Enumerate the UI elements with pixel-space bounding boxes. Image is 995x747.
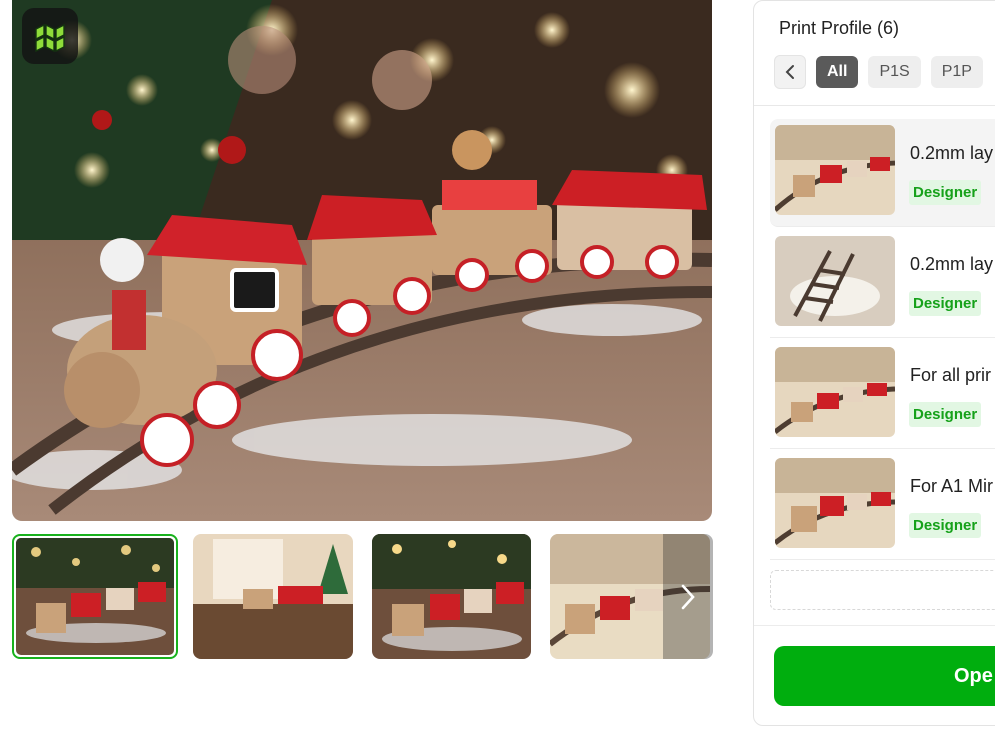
divider (754, 105, 995, 106)
designer-badge: Designer (909, 513, 982, 538)
filter-chip-p1s[interactable]: P1S (868, 56, 921, 88)
add-profile-slot[interactable] (770, 570, 995, 610)
profile-item[interactable]: 0.2mm lay Designer (770, 230, 995, 338)
profile-list: 0.2mm lay Designer 0.2mm lay Designer Fo… (770, 119, 995, 563)
profile-thumbnail (775, 458, 895, 548)
makerworld-logo-icon (22, 8, 78, 64)
designer-badge: Designer (909, 291, 982, 316)
designer-badge: Designer (909, 180, 982, 205)
profile-name: For all prir (910, 365, 992, 385)
thumbnail-2[interactable] (193, 534, 353, 659)
thumbnail-1[interactable] (12, 534, 178, 659)
profile-item[interactable]: 0.2mm lay Designer (770, 119, 995, 227)
divider (754, 625, 995, 626)
panel-title: Print Profile (6) (779, 18, 900, 38)
chevron-left-icon[interactable] (774, 55, 806, 89)
open-in-app-button[interactable]: Ope (774, 646, 995, 706)
print-profile-panel: Print Profile (6) All P1S P1P 0.2mm lay … (753, 0, 995, 726)
main-model-image[interactable] (12, 0, 712, 521)
designer-badge: Designer (909, 402, 982, 427)
profile-thumbnail (775, 236, 895, 326)
chevron-right-icon[interactable] (663, 534, 713, 659)
filter-chip-all[interactable]: All (816, 56, 859, 88)
model-page: Print Profile (6) All P1S P1P 0.2mm lay … (0, 0, 995, 747)
profile-name: 0.2mm lay (910, 254, 994, 274)
thumbnail-3[interactable] (372, 534, 531, 659)
profile-thumbnail (775, 125, 895, 215)
profile-name: For A1 Mir (910, 476, 994, 496)
profile-thumbnail (775, 347, 895, 437)
profile-item[interactable]: For all prir Designer (770, 341, 995, 449)
filter-chip-p1p[interactable]: P1P (930, 56, 983, 88)
profile-name: 0.2mm lay (910, 143, 994, 163)
profile-filter-bar: All P1S P1P (774, 55, 983, 89)
profile-item[interactable]: For A1 Mir Designer (770, 452, 995, 560)
thumbnail-strip (12, 534, 713, 659)
